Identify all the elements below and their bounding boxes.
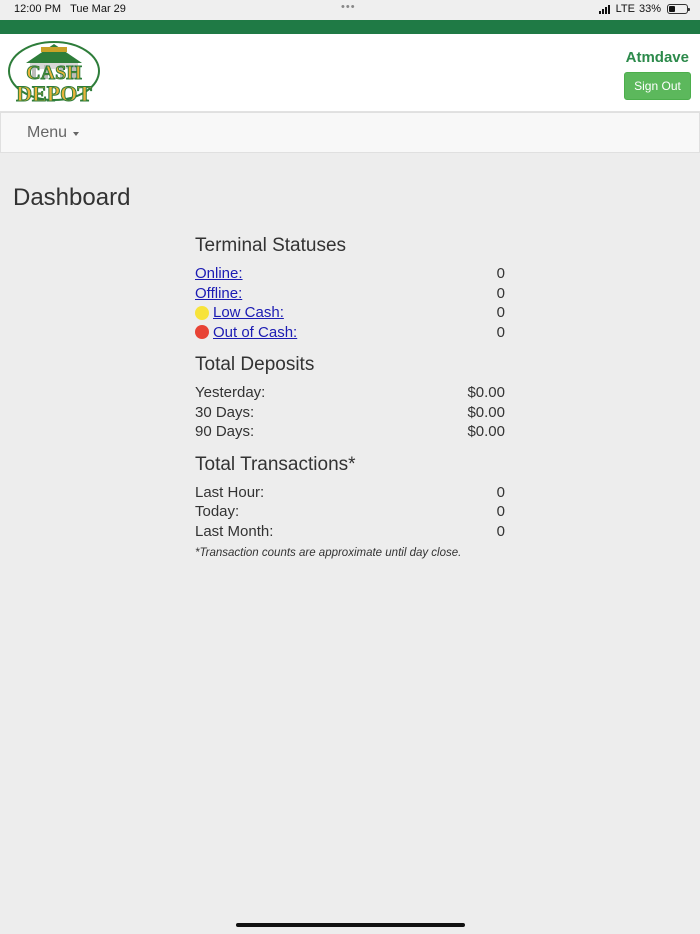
battery-percent: 33% <box>638 3 661 15</box>
deposit-label: Yesterday: <box>195 384 266 402</box>
status-indicators: LTE 33% <box>598 3 690 15</box>
deposit-row-30-days: 30 Days: $0.00 <box>195 403 505 423</box>
deposit-label: 30 Days: <box>195 403 255 421</box>
multitasking-dots-icon[interactable]: ••• <box>341 1 356 13</box>
home-indicator[interactable] <box>236 923 465 927</box>
low-cash-indicator-icon <box>195 305 209 320</box>
transaction-label: Last Hour: <box>195 483 265 501</box>
status-time: 12:00 PM Tue Mar 29 <box>14 3 126 15</box>
terminal-statuses-section: Terminal Statuses Online: 0 Offline: 0 L… <box>195 233 505 342</box>
nav-menubar: Menu <box>0 112 700 153</box>
deposit-value: $0.00 <box>467 403 505 421</box>
transaction-value: 0 <box>496 503 505 521</box>
transaction-footnote: *Transaction counts are approximate unti… <box>195 547 462 559</box>
page-title: Dashboard <box>13 184 131 211</box>
caret-down-icon <box>73 132 80 136</box>
deposit-row-90-days: 90 Days: $0.00 <box>195 422 505 442</box>
transaction-label: Last Month: <box>195 522 274 540</box>
total-deposits-title: Total Deposits <box>195 354 315 375</box>
deposit-value: $0.00 <box>467 384 505 402</box>
terminal-statuses-title: Terminal Statuses <box>195 235 347 256</box>
transaction-value: 0 <box>496 522 505 540</box>
out-of-cash-link[interactable]: Out of Cash: <box>213 324 297 341</box>
deposit-row-yesterday: Yesterday: $0.00 <box>195 383 505 403</box>
network-type: LTE <box>615 3 635 15</box>
online-link[interactable]: Online: <box>195 265 243 282</box>
battery-icon <box>667 4 690 14</box>
svg-text:DEPOT: DEPOT <box>16 81 92 105</box>
username-label: Atmdave <box>625 49 689 66</box>
out-of-cash-count: 0 <box>496 323 505 341</box>
menu-label: Menu <box>27 124 68 141</box>
transaction-value: 0 <box>496 483 505 501</box>
transaction-label: Today: <box>195 503 240 521</box>
menu-dropdown-toggle[interactable]: Menu <box>27 124 80 142</box>
site-header: CASH DEPOT Atmdave Sign Out <box>0 34 700 112</box>
brand-bar <box>0 20 700 34</box>
status-row-out-of-cash: Out of Cash: 0 <box>195 323 505 343</box>
total-transactions-section: Total Transactions* Last Hour: 0 Today: … <box>195 452 505 560</box>
cash-depot-logo[interactable]: CASH DEPOT <box>8 41 104 105</box>
dashboard-panel: Terminal Statuses Online: 0 Offline: 0 L… <box>195 233 505 569</box>
online-count: 0 <box>496 265 505 283</box>
transaction-row-last-month: Last Month: 0 <box>195 522 505 542</box>
cellular-signal-icon <box>598 4 610 14</box>
low-cash-link[interactable]: Low Cash: <box>213 304 284 321</box>
deposit-value: $0.00 <box>467 423 505 441</box>
offline-link[interactable]: Offline: <box>195 285 242 302</box>
total-deposits-section: Total Deposits Yesterday: $0.00 30 Days:… <box>195 352 505 442</box>
status-bar: 12:00 PM Tue Mar 29 ••• LTE 33% <box>0 0 700 20</box>
transaction-row-today: Today: 0 <box>195 502 505 522</box>
status-row-low-cash: Low Cash: 0 <box>195 303 505 323</box>
deposit-label: 90 Days: <box>195 423 255 441</box>
offline-count: 0 <box>496 284 505 302</box>
status-row-offline: Offline: 0 <box>195 284 505 304</box>
sign-out-button[interactable]: Sign Out <box>624 72 691 100</box>
total-transactions-title: Total Transactions* <box>195 453 356 475</box>
transaction-row-last-hour: Last Hour: 0 <box>195 483 505 503</box>
status-row-online: Online: 0 <box>195 264 505 284</box>
out-of-cash-indicator-icon <box>195 325 209 340</box>
low-cash-count: 0 <box>496 304 505 322</box>
